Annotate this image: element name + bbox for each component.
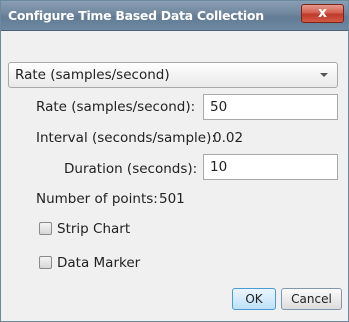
- rate-input[interactable]: [204, 95, 337, 119]
- title-bar[interactable]: Configure Time Based Data Collection x: [1, 1, 348, 31]
- points-value: 501: [159, 191, 185, 207]
- duration-field[interactable]: [203, 154, 338, 180]
- ok-button[interactable]: OK: [232, 288, 276, 310]
- rate-field[interactable]: [203, 94, 338, 120]
- strip-chart-label[interactable]: Strip Chart: [57, 221, 130, 237]
- duration-input[interactable]: [204, 155, 337, 179]
- interval-label: Interval (seconds/sample):: [36, 130, 216, 146]
- chevron-down-icon: [320, 73, 328, 77]
- interval-value: 0.02: [213, 130, 244, 146]
- collection-mode-dropdown[interactable]: Rate (samples/second): [8, 62, 338, 88]
- strip-chart-checkbox[interactable]: [39, 222, 52, 235]
- close-icon: x: [317, 5, 328, 21]
- collection-mode-value: Rate (samples/second): [15, 67, 170, 83]
- dialog-body: Rate (samples/second) Rate (samples/seco…: [1, 31, 348, 321]
- points-label: Number of points:: [36, 191, 158, 207]
- close-button[interactable]: x: [301, 4, 344, 23]
- configure-dialog: Configure Time Based Data Collection x R…: [0, 0, 349, 322]
- data-marker-label[interactable]: Data Marker: [57, 255, 140, 271]
- data-marker-checkbox[interactable]: [39, 256, 52, 269]
- dialog-title: Configure Time Based Data Collection: [8, 8, 264, 23]
- rate-label: Rate (samples/second):: [36, 99, 196, 115]
- duration-label: Duration (seconds):: [64, 161, 198, 177]
- cancel-button[interactable]: Cancel: [281, 288, 342, 310]
